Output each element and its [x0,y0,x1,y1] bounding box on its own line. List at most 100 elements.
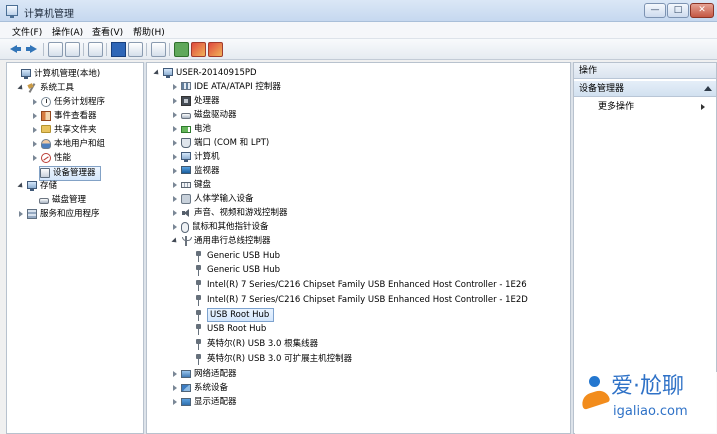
collapse-toggle[interactable] [153,69,161,77]
chevron-right-icon[interactable] [701,104,705,110]
expand-toggle[interactable] [171,223,179,231]
update-driver-icon[interactable] [174,42,189,57]
running-person-logo-icon [577,374,611,414]
expand-toggle[interactable] [31,126,39,134]
window-title: 计算机管理 [24,9,74,20]
expand-toggle[interactable] [31,98,39,106]
expand-toggle[interactable] [171,181,179,189]
more-actions-link[interactable]: 更多操作 [598,101,634,113]
device-category-audio[interactable]: 声音、视频和游戏控制器 [171,207,288,220]
device-tree-pane[interactable]: USER-20140915PD IDE ATA/ATAPI 控制器 处理器 磁盘… [146,62,571,434]
usb-icon [195,338,202,350]
minimize-button[interactable]: — [644,3,666,18]
device-category-mice[interactable]: 鼠标和其他指针设备 [171,221,269,234]
device-category-battery[interactable]: 电池 [171,123,211,136]
tree-item-task-scheduler[interactable]: 任务计划程序 [31,96,105,109]
device-root[interactable]: USER-20140915PD [153,67,257,80]
device-usb-generic-hub[interactable]: Generic USB Hub [195,264,280,277]
collapse-toggle[interactable] [17,84,25,92]
usb-icon [195,294,202,306]
collapse-up-icon[interactable] [704,86,712,91]
tree-item-disk-management[interactable]: 磁盘管理 [39,194,86,207]
device-category-display[interactable]: 显示适配器 [171,396,237,409]
device-category-computer[interactable]: 计算机 [171,151,220,164]
device-category-ide[interactable]: IDE ATA/ATAPI 控制器 [171,81,281,94]
battery-icon [181,125,191,133]
watermark-url: igaliao.com [613,404,688,419]
processor-icon [181,96,191,106]
expand-toggle[interactable] [171,384,179,392]
device-usb-root-hub-selected[interactable]: USB Root Hub [195,308,275,322]
expand-toggle[interactable] [171,83,179,91]
device-category-disk-drives[interactable]: 磁盘驱动器 [171,109,237,122]
device-category-monitors[interactable]: 监视器 [171,165,220,178]
tree-item-device-manager[interactable]: 设备管理器 [39,166,101,181]
close-button[interactable]: ✕ [690,3,714,18]
help-icon[interactable] [111,42,126,57]
tree-item-event-viewer[interactable]: 事件查看器 [31,110,97,123]
collapse-toggle[interactable] [17,182,25,190]
usb-controller-icon [181,236,192,246]
device-usb-generic-hub[interactable]: Generic USB Hub [195,250,280,263]
device-category-system[interactable]: 系统设备 [171,382,228,395]
maximize-button[interactable]: □ [667,3,689,18]
expand-toggle[interactable] [171,370,179,378]
device-category-usb-controllers[interactable]: 通用串行总线控制器 [171,235,271,248]
properties-icon[interactable] [128,42,143,57]
computer-icon [21,69,31,79]
expand-toggle[interactable] [171,398,179,406]
device-category-keyboards[interactable]: 键盘 [171,179,211,192]
disk-icon [39,198,49,204]
collapse-toggle[interactable] [171,237,179,245]
tree-item-shared-folders[interactable]: 共享文件夹 [31,124,97,137]
expand-toggle[interactable] [171,111,179,119]
show-hide-tree-icon[interactable] [65,42,80,57]
toolbar-separator [169,43,170,56]
disable-device-icon[interactable] [191,42,206,57]
expand-toggle[interactable] [17,210,25,218]
expand-toggle[interactable] [171,209,179,217]
expand-toggle[interactable] [171,125,179,133]
device-category-ports[interactable]: 端口 (COM 和 LPT) [171,137,269,150]
expand-toggle[interactable] [171,195,179,203]
tree-item-performance[interactable]: 性能 [31,152,71,165]
expand-toggle[interactable] [171,153,179,161]
menu-help[interactable]: 帮助(H) [133,25,165,38]
forward-arrow-icon[interactable] [24,42,39,57]
uninstall-device-icon[interactable] [208,42,223,57]
device-usb-root-hub[interactable]: USB Root Hub [195,323,266,336]
expand-toggle[interactable] [171,97,179,105]
export-list-icon[interactable] [88,42,103,57]
usb-icon [195,353,202,365]
clock-icon [41,97,51,107]
expand-toggle[interactable] [171,167,179,175]
tree-item-services-apps[interactable]: 服务和应用程序 [17,208,100,221]
actions-header: 操作 [574,63,716,79]
expand-toggle[interactable] [171,139,179,147]
device-usb-host-controller-1e2d[interactable]: Intel(R) 7 Series/C216 Chipset Family US… [195,294,528,307]
device-category-processor[interactable]: 处理器 [171,95,220,108]
device-category-network[interactable]: 网络适配器 [171,368,237,381]
tree-item-storage[interactable]: 存储 [17,180,57,193]
expand-toggle[interactable] [31,154,39,162]
toolbar-separator [146,43,147,56]
tree-item-computer-management[interactable]: 计算机管理(本地) [11,68,100,81]
back-arrow-icon[interactable] [8,42,23,57]
device-category-hid[interactable]: 人体学输入设备 [171,193,254,206]
scan-hardware-icon[interactable] [151,42,166,57]
menu-file[interactable]: 文件(F) [12,25,42,38]
menu-action[interactable]: 操作(A) [52,25,83,38]
book-icon [41,111,51,121]
device-intel-usb3-host-controller[interactable]: 英特尔(R) USB 3.0 可扩展主机控制器 [195,353,352,366]
expand-toggle[interactable] [31,112,39,120]
device-intel-usb3-root-hub[interactable]: 英特尔(R) USB 3.0 根集线器 [195,338,318,351]
tree-item-local-users[interactable]: 本地用户和组 [31,138,105,151]
tree-item-system-tools[interactable]: 系统工具 [17,82,74,95]
device-usb-host-controller-1e26[interactable]: Intel(R) 7 Series/C216 Chipset Family US… [195,279,527,292]
actions-section-device-manager[interactable]: 设备管理器 [574,81,716,97]
navigation-tree-pane[interactable]: 计算机管理(本地) 系统工具 任务计划程序 事件查看器 共享文件夹 本地用户和组… [6,62,144,434]
mouse-icon [181,221,189,233]
expand-toggle[interactable] [31,140,39,148]
menu-view[interactable]: 查看(V) [92,25,123,38]
up-folder-icon[interactable] [48,42,63,57]
